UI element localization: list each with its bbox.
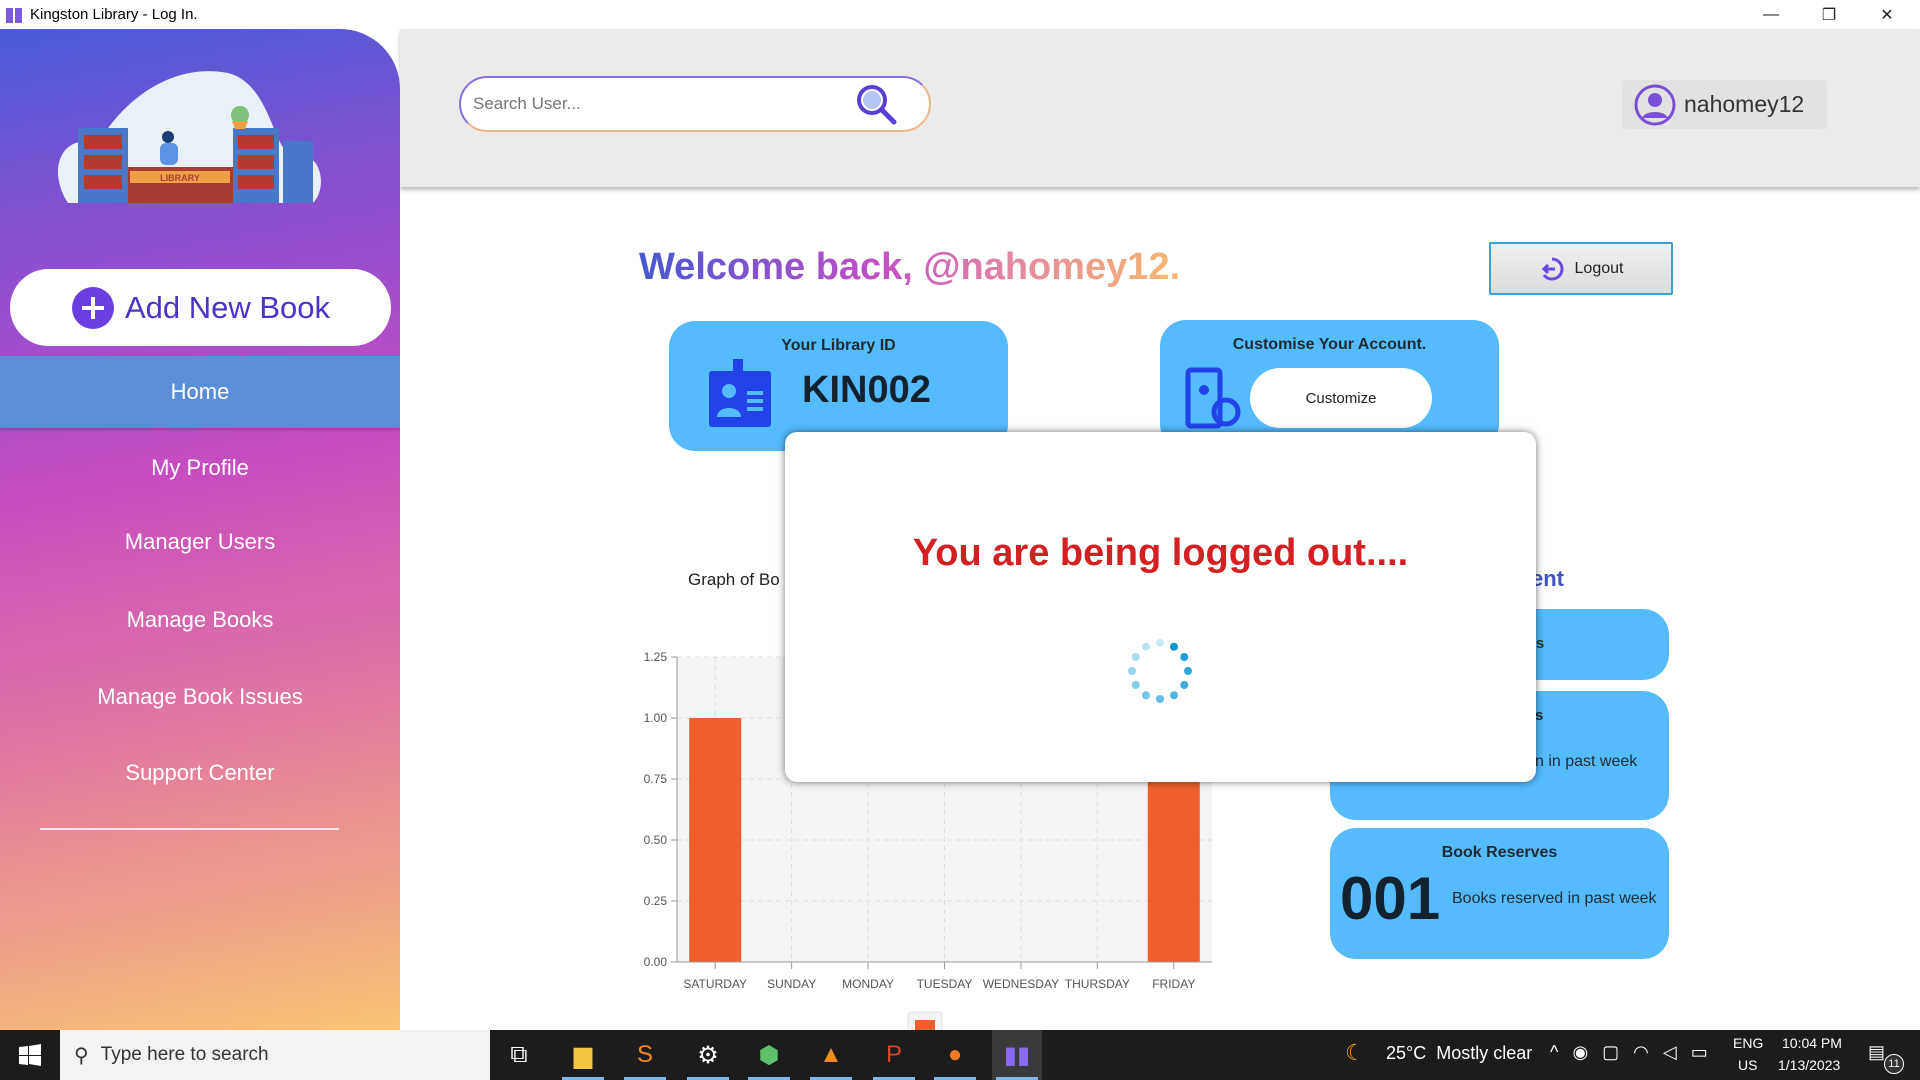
search-icon: ⚲ xyxy=(74,1044,89,1067)
windows-start-icon[interactable] xyxy=(5,1030,55,1080)
restore-button[interactable]: ❐ xyxy=(1800,0,1858,29)
add-new-book-label: Add New Book xyxy=(124,289,331,325)
app-orange-icon[interactable]: ● xyxy=(930,1030,980,1080)
weather-icon: ☾ xyxy=(1345,1040,1365,1065)
spinner-dot xyxy=(1170,691,1178,700)
library-id-title: Your Library ID xyxy=(781,337,896,354)
language[interactable]: ENG xyxy=(1733,1035,1763,1051)
search-user-field[interactable] xyxy=(459,76,931,132)
logout-modal: You are being logged out.... xyxy=(785,432,1536,782)
spinner-dot xyxy=(1180,653,1189,661)
book-reserves-card: Book Reserves 001 Books reserved in past… xyxy=(1330,828,1669,959)
id-badge-icon xyxy=(709,359,771,427)
spinner-dot xyxy=(1142,642,1150,651)
loading-spinner-icon xyxy=(1128,639,1192,703)
x-tick-label: SATURDAY xyxy=(683,977,747,991)
legend-swatch xyxy=(915,1020,935,1030)
app-cube-icon[interactable]: ⬢ xyxy=(744,1030,794,1080)
book-reserves-desc: Books reserved in past week xyxy=(1452,890,1657,907)
region[interactable]: US xyxy=(1738,1057,1757,1073)
book-reserves-title: Book Reserves xyxy=(1441,844,1558,861)
spinner-dot xyxy=(1180,681,1189,689)
taskbar-search-placeholder: Type here to search xyxy=(100,1044,269,1065)
svg-text:LIBRARY: LIBRARY xyxy=(160,173,200,183)
library-id-value: KIN002 xyxy=(802,369,931,411)
spinner-dot xyxy=(1184,667,1192,675)
nav-my-profile[interactable]: My Profile xyxy=(0,432,400,504)
x-tick-label: SUNDAY xyxy=(767,977,816,991)
spinner-dot xyxy=(1170,642,1178,651)
weather-text[interactable]: 25°C Mostly clear xyxy=(1386,1043,1532,1064)
vlc-icon[interactable]: ▲ xyxy=(806,1030,856,1080)
customize-button[interactable]: Customize xyxy=(1250,368,1432,428)
y-tick-label: 0.50 xyxy=(644,833,668,847)
x-tick-label: MONDAY xyxy=(842,977,894,991)
y-tick-label: 0.00 xyxy=(644,955,668,969)
window-title: Kingston Library - Log In. xyxy=(30,6,198,23)
close-button[interactable]: ✕ xyxy=(1858,0,1916,29)
clock-time[interactable]: 10:04 PM xyxy=(1782,1035,1842,1051)
kingston-library-app-icon[interactable]: ▮▮ xyxy=(992,1030,1042,1080)
sublime-text-icon[interactable]: S xyxy=(620,1030,670,1080)
tray-icons[interactable]: ^◉▢◠◁▭ xyxy=(1550,1042,1722,1063)
logout-message: You are being logged out.... xyxy=(912,532,1409,574)
welcome-heading: Welcome back, @nahomey12. xyxy=(639,246,1181,288)
notification-count: 11 xyxy=(1884,1054,1904,1074)
logout-icon xyxy=(1541,257,1564,281)
x-tick-label: TUESDAY xyxy=(917,977,973,991)
book-app-icon xyxy=(6,7,22,23)
taskbar-search[interactable]: ⚲ Type here to search xyxy=(60,1030,490,1080)
book-reserves-count: 001 xyxy=(1340,865,1441,932)
library-illustration: LIBRARY xyxy=(58,71,321,203)
sidebar: LIBRARY Add New Book Home My Profile Man… xyxy=(0,29,400,1030)
x-tick-label: WEDNESDAY xyxy=(983,977,1059,991)
user-chip[interactable]: nahomey12 xyxy=(1622,80,1827,129)
spinner-dot xyxy=(1156,639,1164,647)
clock-date[interactable]: 1/13/2023 xyxy=(1778,1057,1840,1073)
x-tick-label: FRIDAY xyxy=(1152,977,1195,991)
nav-support-center[interactable]: Support Center xyxy=(0,737,400,809)
plus-icon xyxy=(71,286,114,329)
y-tick-label: 1.25 xyxy=(644,650,668,664)
x-tick-label: THURSDAY xyxy=(1065,977,1130,991)
logout-button[interactable]: Logout xyxy=(1489,242,1673,295)
powerpoint-icon[interactable]: P xyxy=(869,1030,919,1080)
stat-card-2-desc: n in past week xyxy=(1535,753,1638,770)
spinner-dot xyxy=(1128,667,1136,675)
y-tick-label: 1.00 xyxy=(644,711,668,725)
spinner-dot xyxy=(1142,691,1150,700)
search-input[interactable] xyxy=(473,94,853,114)
taskbar: ⚲ Type here to search ⧉ ▆ S ⚙ ⬢ ▲ P ● ▮▮… xyxy=(0,1030,1920,1080)
sidebar-divider xyxy=(40,828,339,830)
spinner-dot xyxy=(1156,695,1164,703)
y-tick-label: 0.25 xyxy=(644,894,668,908)
profile-settings-icon xyxy=(1185,367,1241,429)
add-new-book-button[interactable]: Add New Book xyxy=(10,269,391,346)
settings-gear-icon[interactable]: ⚙ xyxy=(683,1030,733,1080)
notification-icon[interactable]: ▤ xyxy=(1868,1042,1885,1063)
spinner-dot xyxy=(1131,681,1140,689)
stat-card-2-title: s xyxy=(1535,707,1544,724)
nav-home[interactable]: Home xyxy=(0,356,400,428)
nav-manage-books[interactable]: Manage Books xyxy=(0,584,400,656)
customise-title: Customise Your Account. xyxy=(1232,336,1427,353)
spinner-dot xyxy=(1131,653,1140,661)
minimize-button[interactable]: — xyxy=(1742,0,1800,29)
logout-label: Logout xyxy=(1574,259,1624,277)
graph-title: Graph of Bo xyxy=(688,570,780,589)
task-view-icon[interactable]: ⧉ xyxy=(494,1030,544,1080)
avatar-icon xyxy=(1634,84,1676,125)
file-explorer-icon[interactable]: ▆ xyxy=(558,1030,608,1080)
username: nahomey12 xyxy=(1684,91,1805,117)
bar-saturday xyxy=(689,718,742,962)
title-bar: Kingston Library - Log In. — ❐ ✕ xyxy=(0,0,1920,29)
search-icon[interactable] xyxy=(853,81,899,127)
nav-manage-book-issues[interactable]: Manage Book Issues xyxy=(0,661,400,733)
nav-manager-users[interactable]: Manager Users xyxy=(0,506,400,578)
y-tick-label: 0.75 xyxy=(644,772,668,786)
customise-account-card: Customise Your Account. Customize xyxy=(1160,320,1499,450)
